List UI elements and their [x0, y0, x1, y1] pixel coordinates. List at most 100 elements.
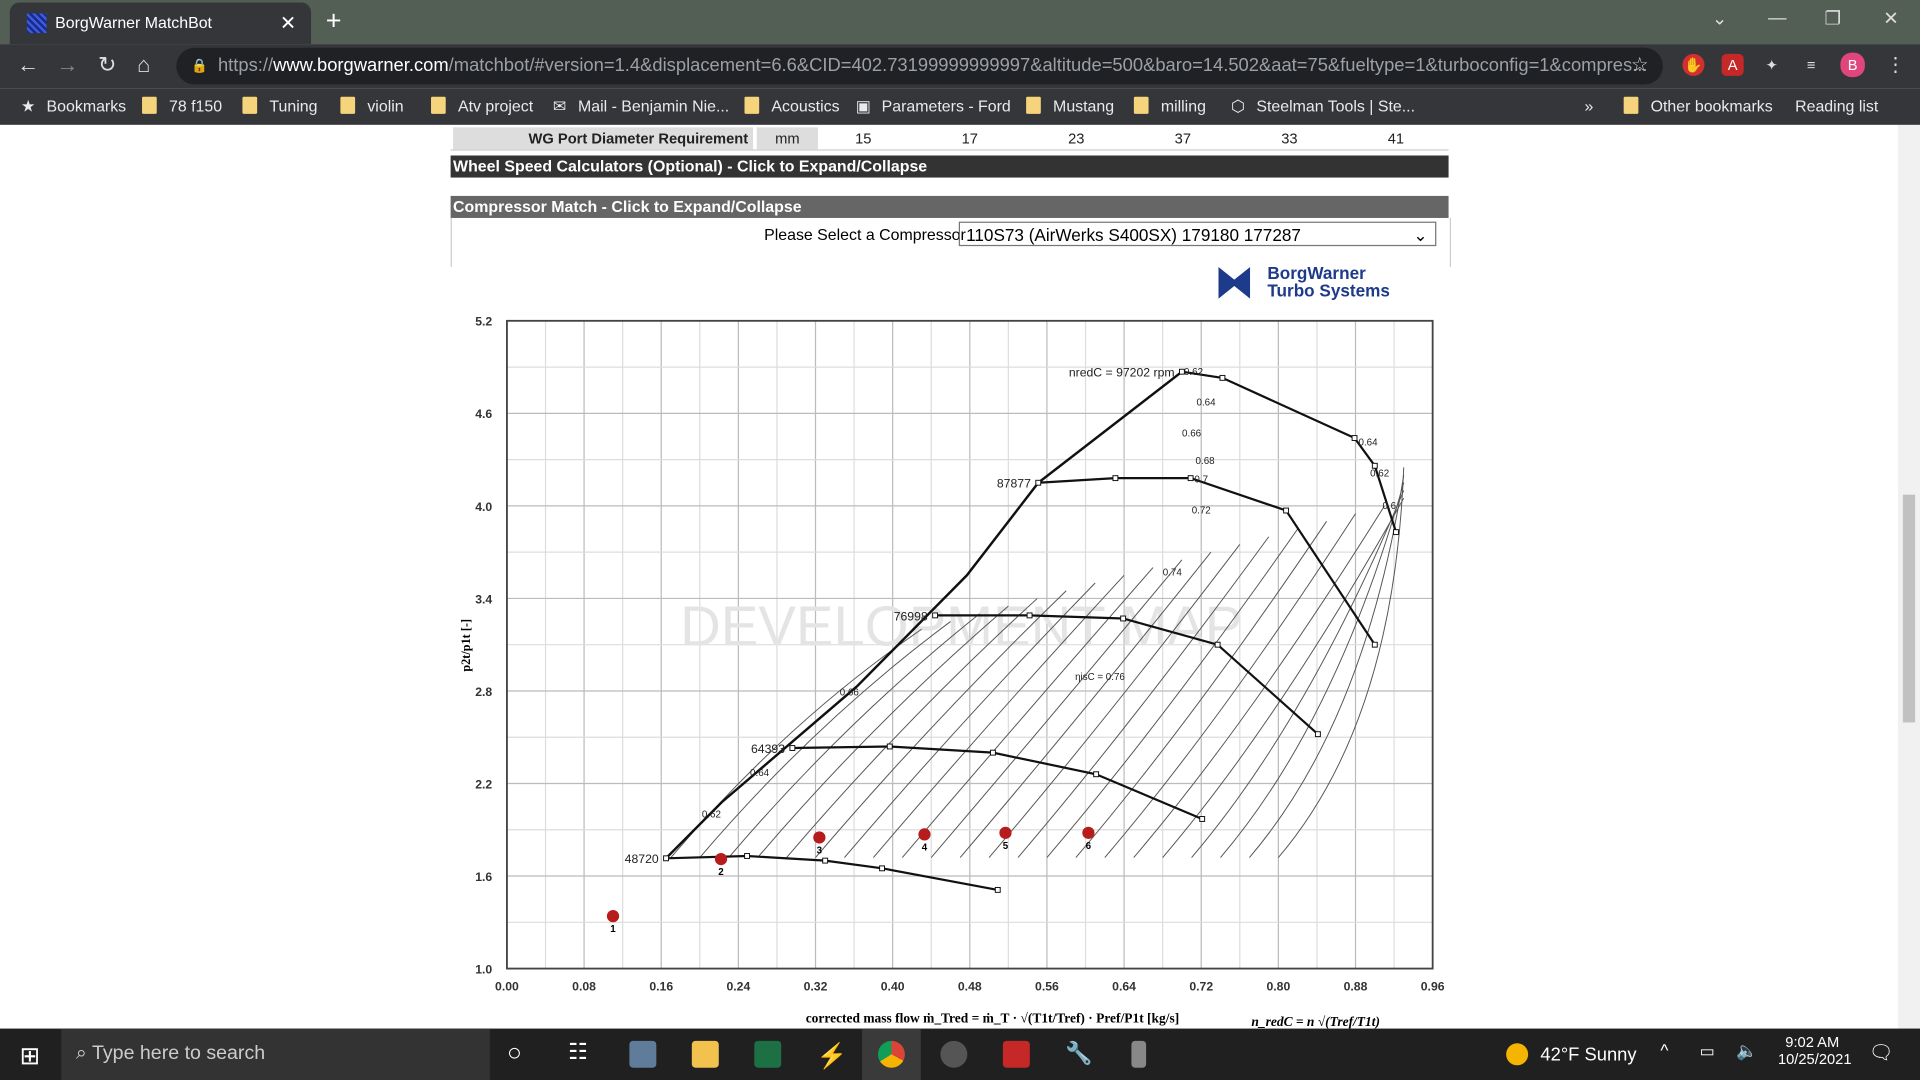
y-tick-label: 3.4 [475, 592, 492, 606]
x-tick-label: 0.24 [726, 980, 750, 994]
reading-list[interactable]: Reading list [1795, 97, 1878, 115]
back-icon[interactable]: ← [17, 53, 39, 79]
media-control-icon[interactable]: ≡ [1800, 54, 1822, 76]
forward-icon[interactable]: → [56, 53, 78, 79]
efficiency-label: 0.66 [840, 688, 860, 699]
tools-icon[interactable]: 🔧 [1065, 1041, 1092, 1068]
screen: BorgWarner MatchBot ✕ + ⌄ — ❐ ✕ ← → ↻ ⌂ … [0, 0, 1920, 1080]
cortana-icon[interactable]: ○ [507, 1040, 522, 1068]
minimize-button[interactable]: — [1768, 7, 1786, 28]
x-tick-label: 0.48 [958, 980, 982, 994]
efficiency-label: 0.64 [750, 768, 770, 779]
restore-button[interactable]: ❐ [1824, 7, 1840, 30]
bookmark-item[interactable]: ⬡ Steelman Tools | Ste... [1229, 97, 1415, 117]
volume-icon[interactable]: 🔈 [1736, 1041, 1757, 1062]
bookmark-item[interactable]: violin [340, 96, 404, 115]
close-tab-icon[interactable]: ✕ [280, 11, 296, 35]
task-view-icon[interactable]: ☷ [568, 1040, 588, 1066]
battery-icon[interactable]: ▭ [1700, 1042, 1715, 1062]
efficiency-contour [670, 628, 922, 858]
bookmark-label: Acoustics [771, 96, 840, 116]
pdf-extension-icon[interactable]: A [1721, 53, 1744, 76]
bookmark-item[interactable]: ✉ Mail - Benjamin Nie... [551, 97, 729, 117]
close-window-button[interactable]: ✕ [1883, 7, 1898, 30]
speed-line-marker [994, 886, 1001, 893]
chrome-taskbar-active[interactable] [862, 1028, 921, 1080]
operating-point-label: 1 [610, 924, 616, 935]
notifications-icon[interactable]: 🗨 [1869, 1041, 1894, 1065]
efficiency-label: 0.62 [702, 809, 721, 820]
operating-point-label: 3 [817, 845, 823, 856]
new-tab-button[interactable]: + [326, 5, 342, 37]
speed-line-marker [1371, 641, 1378, 648]
clock[interactable]: 9:02 AM 10/25/2021 [1778, 1033, 1852, 1067]
bookmark-label: Bookmarks [46, 96, 127, 116]
speed-line-marker [879, 865, 885, 872]
file-explorer-icon[interactable] [691, 1040, 719, 1068]
bookmark-item[interactable]: ▣ Parameters - Ford [855, 97, 1011, 117]
other-bookmarks[interactable]: Other bookmarks [1623, 96, 1773, 116]
weather-text[interactable]: 42°F Sunny [1540, 1044, 1636, 1065]
speed-line-marker [663, 855, 669, 862]
bookmark-star-icon[interactable]: ☆ [1631, 53, 1649, 77]
x-tick-label: 0.16 [649, 980, 673, 994]
bookmark-item[interactable]: Atv project [431, 96, 533, 115]
y-tick-label: 4.6 [475, 407, 492, 421]
bookmark-item[interactable]: ★ Bookmarks [20, 96, 127, 117]
efficiency-label: 0.74 [1163, 567, 1183, 578]
bookmark-label: Mail - Benjamin Nie... [577, 96, 730, 116]
bookmarks-overflow[interactable]: » [1584, 97, 1593, 115]
bookmark-label: Parameters - Ford [881, 96, 1011, 116]
efficiency-label: 0.62 [1370, 469, 1389, 480]
operating-point [1082, 826, 1095, 839]
tab-search-icon[interactable]: ⌄ [1712, 7, 1727, 30]
bookmark-item[interactable]: Mustang [1026, 96, 1114, 115]
x-tick-label: 0.56 [1035, 980, 1059, 994]
operating-point [714, 852, 728, 866]
operating-point [606, 910, 620, 923]
scrollbar-thumb[interactable] [1902, 494, 1916, 723]
speed-line-marker [822, 857, 829, 864]
page-scrollbar[interactable] [1897, 124, 1920, 1029]
search-placeholder: Type here to search [91, 1043, 266, 1065]
efficiency-contour [1017, 536, 1270, 858]
excel-icon[interactable] [754, 1040, 782, 1068]
tray-chevron-icon[interactable]: ^ [1660, 1041, 1668, 1061]
bookmark-item[interactable]: Tuning [242, 96, 318, 116]
x-tick-label: 0.80 [1266, 980, 1290, 994]
folder-icon [142, 96, 157, 114]
taskbar-search[interactable]: ⌕ Type here to search [61, 1028, 490, 1080]
flash-app-icon[interactable]: ⚡ [817, 1041, 847, 1070]
browser-tab[interactable]: BorgWarner MatchBot ✕ [9, 2, 312, 45]
extensions-puzzle-icon[interactable]: ✦ [1761, 54, 1783, 76]
speed-line-marker [1393, 529, 1399, 536]
speed-line-marker [1351, 435, 1358, 441]
speed-formula-label: n_redC = n √(Tref/T1t) [1251, 1014, 1380, 1028]
operating-point [813, 831, 826, 844]
gauge-app-icon[interactable] [940, 1040, 968, 1068]
bookmark-item[interactable]: milling [1133, 96, 1206, 115]
adblock-extension-icon[interactable]: ✋ [1682, 53, 1705, 76]
hp-icon: ▣ [855, 96, 871, 116]
app-icon[interactable] [1131, 1040, 1147, 1068]
folder-icon [431, 96, 446, 114]
star-icon: ★ [21, 96, 36, 116]
menu-kebab-icon[interactable]: ⋮ [1886, 53, 1906, 77]
reload-icon[interactable]: ↻ [98, 53, 116, 79]
windows-start-icon[interactable]: ⊞ [20, 1041, 41, 1072]
other-bookmarks-label: Other bookmarks [1650, 96, 1773, 116]
speed-line-marker [1199, 816, 1206, 822]
solidworks-icon[interactable] [1002, 1040, 1030, 1068]
address-bar[interactable]: 🔒 https://www.borgwarner.com/matchbot/#v… [176, 47, 1663, 85]
bookmark-item[interactable]: 78 f150 [142, 96, 222, 115]
tab-bar: BorgWarner MatchBot ✕ + ⌄ — ❐ ✕ [0, 0, 1920, 45]
borgwarner-favicon-icon [26, 13, 47, 34]
reading-list-label: Reading list [1795, 96, 1879, 116]
weather-sun-icon [1506, 1043, 1529, 1066]
home-icon[interactable]: ⌂ [137, 53, 150, 79]
windows-taskbar: ⊞ ⌕ Type here to search ○ ☷ ⚡ 🔧 42°F Sun… [0, 1028, 1920, 1080]
bookmark-label: Tuning [269, 96, 318, 116]
bookmark-item[interactable]: Acoustics [744, 96, 840, 116]
calculator-icon[interactable] [629, 1040, 657, 1068]
profile-avatar[interactable]: B [1840, 52, 1865, 78]
